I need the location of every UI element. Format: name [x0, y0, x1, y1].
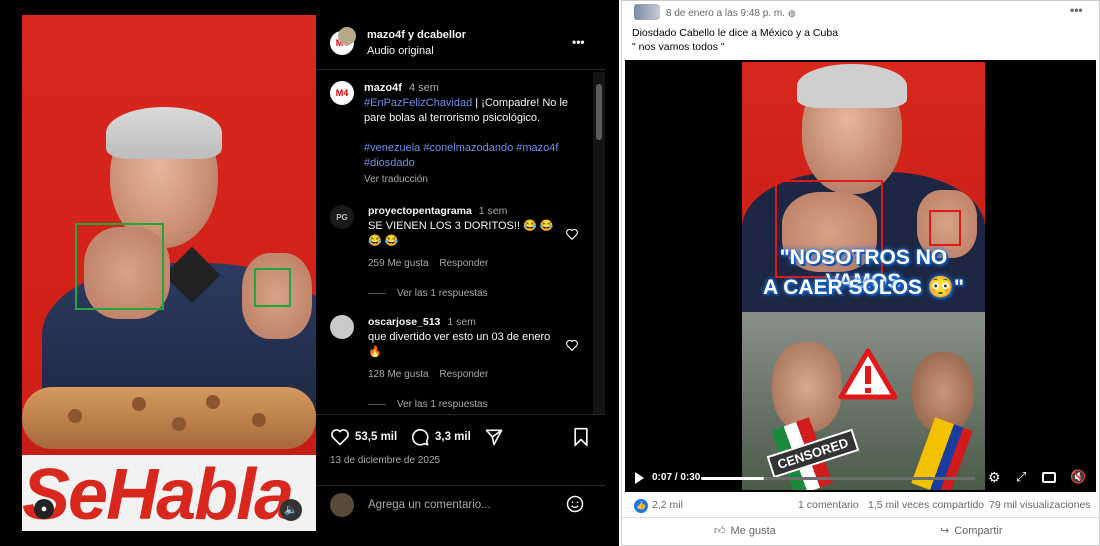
- post-actions: 👍︎ Me gusta ↪ Compartir: [622, 517, 1100, 545]
- reply-button[interactable]: Responder: [439, 369, 488, 380]
- like-label: Me gusta: [730, 525, 776, 537]
- video-overlay-line2: A CAER SOLOS 😳": [762, 276, 964, 299]
- like-reaction-icon[interactable]: 👍: [634, 499, 648, 513]
- see-translation-link[interactable]: Ver traducción: [364, 172, 428, 187]
- comments-count[interactable]: 1 comentario: [798, 499, 859, 511]
- likes-count[interactable]: 53,5 mil: [355, 430, 397, 445]
- scrollbar[interactable]: [593, 72, 605, 414]
- share-label: Compartir: [954, 525, 1003, 537]
- more-options-icon[interactable]: •••: [1070, 3, 1083, 17]
- caption-text: #EnPazFelizChavidad | ¡Compadre! No le p…: [364, 96, 586, 126]
- divider: [368, 293, 386, 294]
- share-icon[interactable]: [484, 427, 504, 447]
- video-time: 0:07 / 0:30: [652, 472, 701, 483]
- comment-divider: [316, 485, 606, 486]
- comments-count[interactable]: 3,3 mil: [435, 430, 471, 445]
- banner-text: SeHabla: [22, 455, 294, 531]
- settings-icon[interactable]: ⚙: [988, 469, 1001, 486]
- facebook-video[interactable]: "NOSOTROS NO VAMOS A CAER SOLOS 😳" CENSO…: [625, 60, 1096, 492]
- video-controls: 0:07 / 0:30 ⚙ ⤢ 🔇: [625, 464, 1096, 492]
- comment-header: proyectopentagrama 1 sem: [368, 204, 507, 219]
- avatar[interactable]: [634, 4, 660, 20]
- heart-icon[interactable]: [565, 227, 579, 241]
- mute-icon[interactable]: 🔈: [280, 499, 302, 521]
- scrollbar-thumb[interactable]: [596, 84, 602, 140]
- comment-likes: 128 Me gusta Responder: [368, 367, 488, 382]
- heart-icon[interactable]: [330, 427, 350, 447]
- instagram-video[interactable]: SeHabla ● 🔈: [22, 15, 316, 531]
- program-banner: SeHabla: [22, 455, 316, 531]
- caption-user[interactable]: mazo4f: [364, 82, 402, 94]
- comment-header: oscarjose_513 1 sem: [368, 315, 476, 330]
- post-timestamp[interactable]: 8 de enero a las 9:48 p. m. ·: [666, 8, 791, 19]
- view-replies-link[interactable]: Ver las 1 respuestas: [397, 397, 488, 412]
- like-count[interactable]: 259 Me gusta: [368, 258, 429, 269]
- reactions-count[interactable]: 2,2 mil: [652, 499, 683, 511]
- warning-icon: [838, 348, 898, 400]
- fullscreen-icon[interactable]: ⤢: [1016, 469, 1026, 485]
- picture-in-picture-icon[interactable]: [1042, 472, 1056, 483]
- video-frame: "NOSOTROS NO VAMOS A CAER SOLOS 😳" CENSO…: [742, 62, 985, 490]
- highlight-box-hand: [75, 223, 164, 310]
- person-hair: [797, 64, 907, 108]
- caption-header: mazo4f 4 sem: [364, 81, 439, 96]
- comment-icon[interactable]: [410, 427, 430, 447]
- instagram-sidebar: M4 mazo4f y dcabellor Audio original •••…: [316, 15, 606, 531]
- progress-fill: [701, 477, 765, 480]
- like-button[interactable]: 👍︎ Me gusta: [714, 524, 776, 537]
- reply-button[interactable]: Responder: [439, 258, 488, 269]
- user-tag-icon[interactable]: ●: [34, 499, 54, 519]
- volume-icon[interactable]: 🔇: [1070, 469, 1086, 485]
- wooden-club: [22, 387, 316, 449]
- post-text-line2: " nos vamos todos ": [632, 41, 725, 53]
- hashtag[interactable]: #EnPazFelizChavidad: [364, 97, 472, 109]
- actions-divider: [316, 414, 606, 415]
- facebook-post-panel: 8 de enero a las 9:48 p. m. · ◍ ••• Dios…: [621, 0, 1100, 546]
- post-date: 13 de diciembre de 2025: [330, 455, 441, 466]
- progress-bar[interactable]: [701, 477, 975, 480]
- shares-count[interactable]: 1,5 mil veces compartido: [868, 499, 984, 511]
- avatar[interactable]: [330, 315, 354, 339]
- comment-input[interactable]: Agrega un comentario...: [368, 498, 491, 513]
- globe-icon: ◍: [788, 8, 796, 18]
- thumbs-up-icon: 👍︎: [714, 525, 726, 537]
- comment-text: que divertido ver esto un 03 de enero 🔥: [368, 331, 551, 358]
- post-text-line1: Diosdado Cabello le dice a México y a Cu…: [632, 27, 839, 39]
- views-count: 79 mil visualizaciones: [989, 499, 1091, 511]
- share-arrow-icon: ↪: [940, 525, 950, 537]
- highlight-box-ring: [254, 268, 291, 307]
- post-header: M4 mazo4f y dcabellor Audio original •••: [316, 15, 606, 70]
- view-replies-link[interactable]: Ver las 1 respuestas: [397, 286, 488, 301]
- comment-time: 1 sem: [447, 316, 476, 328]
- audio-label[interactable]: Audio original: [367, 44, 434, 59]
- heart-icon[interactable]: [565, 338, 579, 352]
- comment-user[interactable]: oscarjose_513: [368, 316, 440, 328]
- avatar[interactable]: PG: [330, 205, 354, 229]
- comment-time: 1 sem: [478, 205, 508, 217]
- comment-likes: 259 Me gusta Responder: [368, 256, 488, 271]
- caption-time: 4 sem: [408, 82, 439, 94]
- emoji-icon[interactable]: [565, 494, 585, 514]
- bookmark-icon[interactable]: [572, 427, 590, 447]
- comment-user[interactable]: proyectopentagrama: [368, 205, 472, 217]
- instagram-post-panel: SeHabla ● 🔈 M4 mazo4f y dcabellor Audio …: [0, 0, 619, 546]
- divider: [368, 404, 386, 405]
- comment-text: SE VIENEN LOS 3 DORITOS!! 😂 😂 😂 😂: [368, 220, 554, 247]
- more-options-icon[interactable]: •••: [572, 35, 585, 50]
- person-hair: [106, 107, 222, 159]
- post-stats: 👍 2,2 mil 1 comentario 1,5 mil veces com…: [622, 493, 1100, 517]
- avatar[interactable]: M4: [330, 81, 354, 105]
- post-author[interactable]: mazo4f y dcabellor: [367, 28, 466, 43]
- avatar[interactable]: [330, 493, 354, 517]
- like-count[interactable]: 128 Me gusta: [368, 369, 429, 380]
- highlight-box-ring: [929, 210, 961, 246]
- caption-hashtags[interactable]: #venezuela #conelmazodando #mazo4f #dios…: [364, 141, 586, 171]
- play-icon[interactable]: [635, 472, 644, 484]
- avatar[interactable]: [338, 27, 356, 45]
- share-button[interactable]: ↪ Compartir: [940, 524, 1003, 537]
